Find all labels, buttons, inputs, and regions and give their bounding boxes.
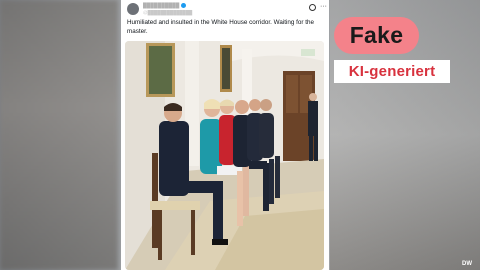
- post-header: ██████████ @██████████████ ···: [127, 3, 327, 17]
- fake-label-badge: Fake: [334, 17, 419, 54]
- avatar[interactable]: [127, 3, 139, 15]
- user-name[interactable]: ██████████: [143, 3, 179, 9]
- ai-generated-badge: KI-generiert: [334, 60, 450, 83]
- social-post-card: ██████████ @██████████████ ··· Humiliate…: [121, 0, 329, 270]
- grok-icon[interactable]: [309, 4, 316, 11]
- more-options-icon[interactable]: ···: [320, 3, 327, 10]
- verified-icon: [181, 3, 186, 8]
- user-handle[interactable]: @██████████████: [143, 10, 192, 15]
- ai-generated-text: KI-generiert: [348, 63, 436, 80]
- dw-logo: DW: [462, 261, 472, 267]
- post-text: Humiliated and insulted in the White Hou…: [127, 19, 315, 35]
- corridor-scene: [125, 41, 324, 270]
- fake-label-text: Fake: [349, 22, 404, 48]
- post-photo[interactable]: [125, 41, 324, 270]
- background-left-blur: [0, 0, 118, 270]
